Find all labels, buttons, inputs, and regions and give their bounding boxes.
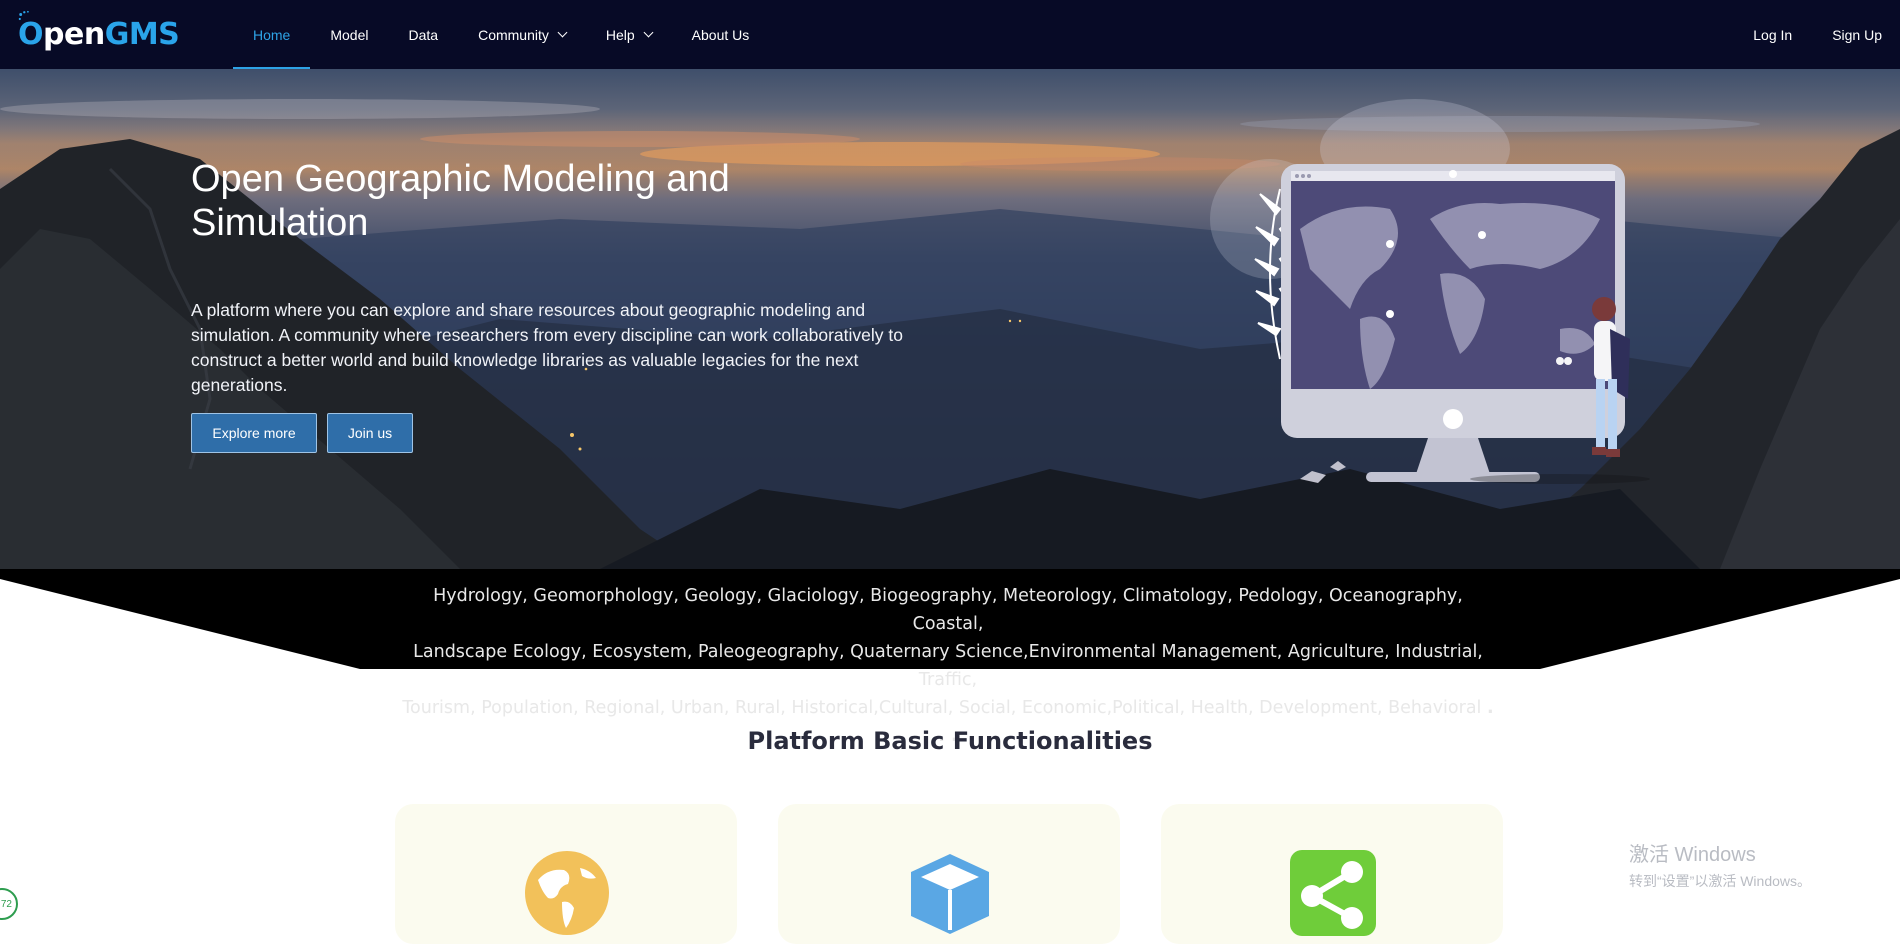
chevron-down-icon: [643, 27, 654, 38]
functionality-card-1[interactable]: [395, 804, 737, 944]
nav-about-us[interactable]: About Us: [672, 0, 770, 69]
top-navbar: OpenGMS Home Model Data Community Help A…: [0, 0, 1900, 69]
functionality-card-2[interactable]: [778, 804, 1120, 944]
nav-data[interactable]: Data: [389, 0, 459, 69]
globe-icon: [525, 851, 609, 935]
disciplines-list: Hydrology, Geomorphology, Geology, Glaci…: [398, 582, 1498, 750]
functionality-card-3[interactable]: [1161, 804, 1503, 944]
signup-link[interactable]: Sign Up: [1812, 0, 1900, 69]
disciplines-line-2: Landscape Ecology, Ecosystem, Paleogeogr…: [413, 642, 1483, 690]
logo-text: OpenGMS: [18, 16, 180, 52]
nav-home[interactable]: Home: [233, 0, 311, 69]
share-icon: [1290, 850, 1376, 936]
logo-dots-icon: [18, 10, 29, 21]
nav-community[interactable]: Community: [458, 0, 586, 69]
disciplines-line-1: Hydrology, Geomorphology, Geology, Glaci…: [433, 586, 1463, 634]
watermark-line-2: 转到“设置”以激活 Windows。: [1629, 873, 1812, 889]
explore-more-button[interactable]: Explore more: [191, 413, 317, 453]
join-us-button[interactable]: Join us: [327, 413, 413, 453]
watermark-line-1: 激活 Windows: [1629, 844, 1756, 866]
windows-activation-watermark: 激活 Windows 转到“设置”以激活 Windows。: [1629, 838, 1811, 891]
functionalities-title: Platform Basic Functionalities: [747, 727, 1153, 755]
chevron-down-icon: [557, 27, 568, 38]
computer-world-map-illustration: [1210, 99, 1650, 484]
nav-model[interactable]: Model: [310, 0, 388, 69]
cube-icon: [911, 854, 989, 934]
hero-section: Open Geographic Modeling and Simulation …: [0, 69, 1900, 569]
nav-help[interactable]: Help: [586, 0, 672, 69]
floating-badge[interactable]: 72: [0, 888, 18, 920]
opengms-logo[interactable]: OpenGMS: [18, 10, 180, 58]
hero-description: A platform where you can explore and sha…: [191, 300, 903, 395]
main-menu: Home Model Data Community Help About Us: [233, 0, 769, 69]
auth-links: Log In Sign Up: [1733, 0, 1900, 69]
login-link[interactable]: Log In: [1733, 0, 1812, 69]
hero-title: Open Geographic Modeling and Simulation: [191, 158, 730, 244]
